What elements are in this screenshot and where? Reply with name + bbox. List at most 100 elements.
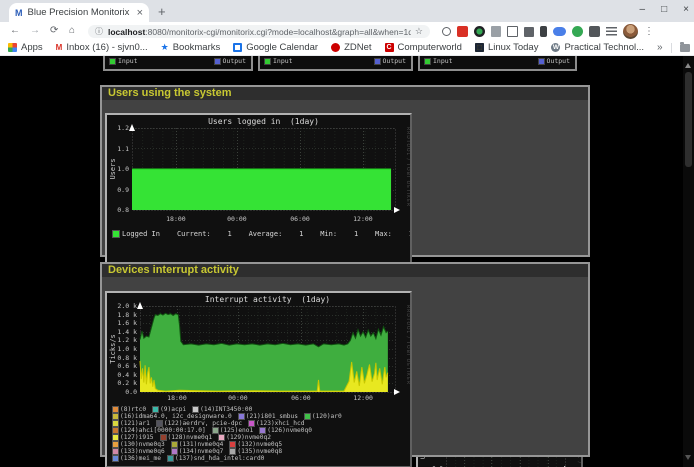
bookmark-label: Google Calendar: [246, 42, 318, 53]
bookmark-label: Apps: [21, 42, 43, 53]
browser-menu-icon[interactable]: ⋮: [644, 26, 654, 37]
scrollbar-thumb[interactable]: [685, 72, 692, 167]
x-tick-label: 06:00: [290, 215, 310, 223]
extensions-row: ⋮: [442, 24, 654, 39]
square-extension-icon[interactable]: [507, 26, 518, 37]
bookmark-computerworld[interactable]: CComputerworld: [385, 42, 462, 53]
legend-label: (132)nvme0q5: [237, 441, 282, 448]
legend-row: Logged InCurrent: 1 Average: 1 Min: 1 Ma…: [113, 230, 407, 238]
url-text: localhost:8080/monitorix-cgi/monitorix.c…: [108, 27, 411, 37]
legend-label: (9)acpi: [160, 406, 186, 413]
y-tick-label: 0.2 k: [117, 379, 137, 387]
output-legend-label: Output: [547, 57, 570, 65]
y-tick-label: 1.0 k: [117, 345, 137, 353]
y-tick-label: 0.0: [125, 388, 137, 396]
legend-color-swatch: [172, 442, 177, 447]
pages-extension-icon[interactable]: [491, 26, 501, 37]
bookmark-practical-technology[interactable]: WPractical Technol...: [551, 42, 644, 53]
computerworld-icon: C: [385, 43, 394, 52]
bookmark-linux-today[interactable]: Linux Today: [475, 42, 539, 53]
output-legend-swatch: [215, 59, 220, 64]
legend-label: (16)idma64.0, i2c_designware.0: [120, 413, 232, 420]
y-tick-label: 0.4 k: [117, 371, 137, 379]
legend-label: (137)snd_hda_intel:card0: [175, 455, 264, 462]
profile-avatar[interactable]: [623, 24, 638, 39]
forward-button[interactable]: →: [30, 25, 40, 36]
circle-extension-icon[interactable]: [572, 26, 583, 37]
search-extension-icon[interactable]: [442, 27, 451, 36]
site-info-icon[interactable]: ⓘ: [95, 26, 103, 37]
legend-color-swatch: [230, 449, 235, 454]
scroll-down-arrow-icon[interactable]: [685, 455, 691, 463]
bookmark-label: ZDNet: [344, 42, 371, 53]
window-close-button[interactable]: ×: [683, 1, 689, 19]
input-legend-swatch: [110, 59, 115, 64]
legend-color-swatch: [219, 435, 224, 440]
legend-color-swatch: [213, 428, 218, 433]
bookmarks-overflow-chevron-icon[interactable]: »: [657, 42, 663, 53]
legend-color-swatch: [157, 421, 162, 426]
other-bookmarks-button[interactable]: Other bookmarks: [680, 42, 694, 53]
tab-list-icon[interactable]: [606, 27, 617, 36]
legend-color-swatch: [230, 442, 235, 447]
network-graph-partial-2[interactable]: Input Output: [258, 56, 413, 71]
mail-extension-icon[interactable]: [457, 26, 468, 37]
phone-extension-icon[interactable]: [540, 26, 547, 37]
output-legend-swatch: [375, 59, 380, 64]
bookmark-zdnet[interactable]: ZDNet: [331, 42, 371, 53]
speaker-extension-icon[interactable]: [524, 27, 534, 37]
minimize-button[interactable]: –: [640, 1, 646, 19]
y-tick-label: 0.9: [117, 186, 129, 194]
legend-stats: Current: 1 Average: 1 Min: 1 Max: 1: [177, 230, 412, 238]
section-users-title: Users using the system: [102, 87, 588, 100]
new-tab-button[interactable]: +: [158, 4, 166, 19]
legend-color-swatch: [113, 456, 118, 461]
legend-color-swatch: [113, 414, 118, 419]
users-logged-in-graph[interactable]: Users logged in (1day)Users0.80.91.01.11…: [105, 113, 412, 266]
y-tick-label: 1.4 k: [117, 328, 137, 336]
x-tick-label: 18:00: [167, 394, 187, 402]
legend-row: (127)i915(128)nvme0q1(129)nvme0q2: [113, 434, 407, 441]
input-legend-swatch: [265, 59, 270, 64]
network-graph-partial-1[interactable]: Input Output: [103, 56, 253, 71]
cloud-extension-icon[interactable]: [553, 27, 566, 36]
network-graph-partial-3[interactable]: Input Output: [418, 56, 577, 71]
section-interrupts: Devices interrupt activity Interrupt act…: [100, 262, 590, 457]
home-button[interactable]: ⌂: [69, 25, 75, 36]
bookmark-inbox[interactable]: MInbox (16) - sjvn0...: [56, 42, 148, 53]
x-tick-label: 06:00: [291, 394, 311, 402]
section-users: Users using the system Users logged in (…: [100, 85, 590, 257]
x-tick-label: 12:00: [353, 394, 373, 402]
legend-label: (120)ar0: [312, 413, 342, 420]
bookmark-label: Bookmarks: [173, 42, 221, 53]
address-bar[interactable]: ⓘ localhost:8080/monitorix-cgi/monitorix…: [88, 25, 430, 38]
maximize-button[interactable]: □: [661, 1, 667, 19]
chart-plot: [107, 115, 410, 264]
scroll-up-arrow-icon[interactable]: [685, 60, 691, 68]
legend-label: (135)nvme0q8: [237, 448, 282, 455]
browser-toolbar: ← → ⟳ ⌂ ⓘ localhost:8080/monitorix-cgi/m…: [0, 22, 694, 40]
x-tick-label: 18:00: [166, 215, 186, 223]
y-tick-label: 1.0: [117, 165, 129, 173]
rrdtool-watermark: RRDTOOL / TOBI OETIKER: [405, 305, 410, 385]
y-tick-label: 0.8: [117, 206, 129, 214]
back-button[interactable]: ←: [10, 25, 20, 36]
reload-button[interactable]: ⟳: [50, 25, 58, 36]
legend-row: (136)mei_me(137)snd_hda_intel:card0: [113, 455, 407, 462]
interrupt-activity-graph[interactable]: Interrupt activity (1day)Ticks/s0.00.2 k…: [105, 291, 412, 467]
feedly-extension-icon[interactable]: [474, 26, 485, 37]
bookmark-star-icon[interactable]: ☆: [415, 26, 423, 37]
legend-color-swatch: [172, 449, 177, 454]
bookmark-apps[interactable]: Apps: [8, 42, 43, 53]
wordpress-icon: W: [551, 43, 560, 52]
page-scrollbar[interactable]: [683, 56, 694, 467]
bookmark-bookmarks[interactable]: ★Bookmarks: [161, 42, 221, 53]
y-tick-label: 2.0 k: [117, 302, 137, 310]
legend-color-swatch: [113, 407, 118, 412]
bookmark-google-calendar[interactable]: Google Calendar: [233, 42, 318, 53]
browser-tab[interactable]: M Blue Precision Monitorix ×: [9, 3, 149, 22]
window-titlebar: M Blue Precision Monitorix × + – □ ×: [0, 0, 694, 22]
puzzle-extensions-icon[interactable]: [589, 26, 600, 37]
legend-label: (128)nvme0q1: [168, 434, 213, 441]
tab-close-icon[interactable]: ×: [137, 7, 143, 19]
